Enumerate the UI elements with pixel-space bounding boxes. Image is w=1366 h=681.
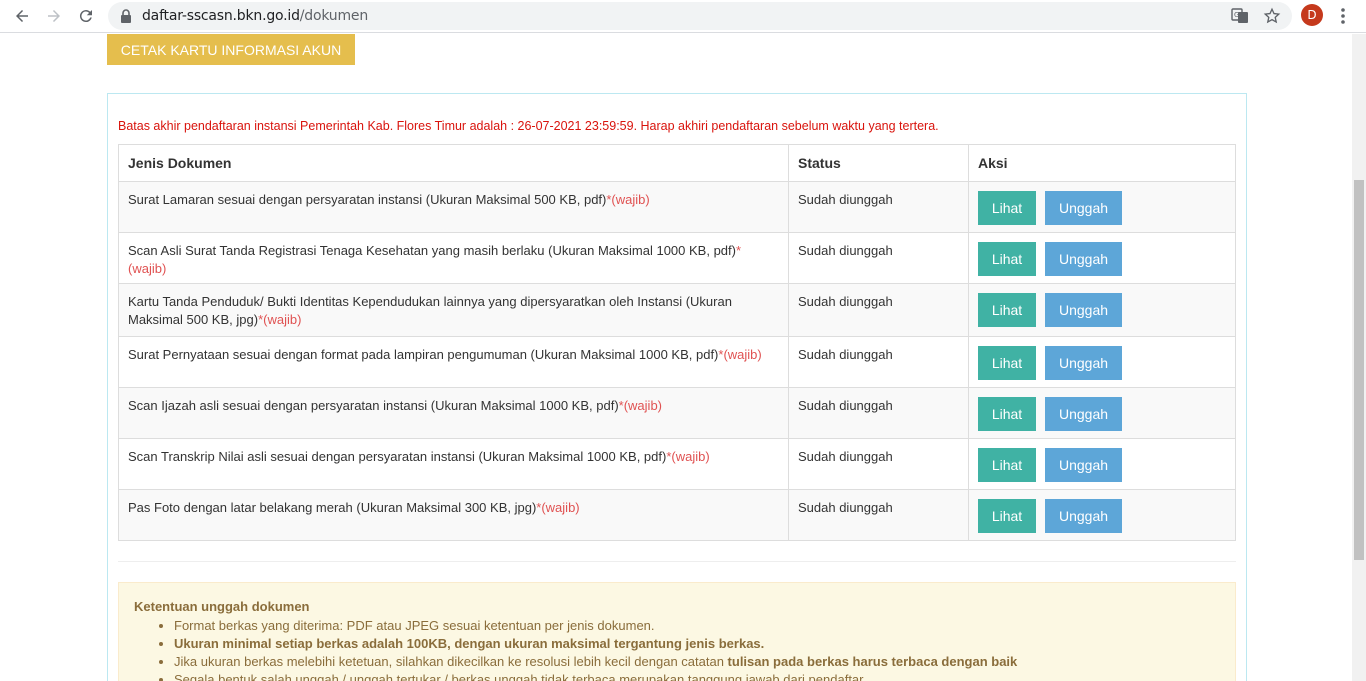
- list-item: Format berkas yang diterima: PDF atau JP…: [174, 617, 1017, 635]
- document-name: Surat Pernyataan sesuai dengan format pa…: [128, 347, 719, 362]
- view-button[interactable]: Lihat: [978, 448, 1036, 482]
- upload-button[interactable]: Unggah: [1045, 499, 1122, 533]
- rules-list: Format berkas yang diterima: PDF atau JP…: [174, 617, 1017, 681]
- status-cell: Sudah diunggah: [788, 438, 969, 490]
- lock-icon: [121, 9, 131, 23]
- avatar[interactable]: D: [1301, 4, 1323, 26]
- status-cell: Sudah diunggah: [788, 232, 969, 284]
- document-name-cell: Scan Asli Surat Tanda Registrasi Tenaga …: [118, 232, 789, 284]
- list-item: Jika ukuran berkas melebihi ketetuan, si…: [174, 653, 1017, 671]
- document-name: Scan Transkrip Nilai asli sesuai dengan …: [128, 449, 667, 464]
- status-cell: Sudah diunggah: [788, 336, 969, 388]
- upload-button[interactable]: Unggah: [1045, 397, 1122, 431]
- star-icon[interactable]: [1263, 7, 1281, 25]
- action-cell: Lihat Unggah: [968, 489, 1236, 541]
- address-bar[interactable]: daftar-sscasn.bkn.go.id/dokumen G: [108, 2, 1292, 30]
- required-marker: *(wajib): [606, 192, 650, 207]
- table-row: Kartu Tanda Penduduk/ Bukti Identitas Ke…: [118, 283, 1236, 337]
- upload-button[interactable]: Unggah: [1045, 448, 1122, 482]
- list-item: Segala bentuk salah unggah / unggah tert…: [174, 671, 1017, 681]
- notice-title: Ketentuan unggah dokumen: [134, 599, 310, 614]
- table-row: Scan Asli Surat Tanda Registrasi Tenaga …: [118, 232, 1236, 284]
- url-text[interactable]: daftar-sscasn.bkn.go.id/dokumen: [142, 8, 368, 24]
- table-row: Surat Lamaran sesuai dengan persyaratan …: [118, 181, 1236, 233]
- action-cell: Lihat Unggah: [968, 387, 1236, 439]
- view-button[interactable]: Lihat: [978, 242, 1036, 276]
- required-marker: *(wajib): [258, 312, 302, 327]
- view-button[interactable]: Lihat: [978, 293, 1036, 327]
- header-action: Aksi: [968, 144, 1236, 182]
- document-name-cell: Scan Transkrip Nilai asli sesuai dengan …: [118, 438, 789, 490]
- reload-icon[interactable]: [74, 4, 98, 28]
- more-menu-icon[interactable]: [1335, 6, 1351, 26]
- required-marker: *(wajib): [536, 500, 580, 515]
- svg-text:G: G: [1234, 11, 1239, 19]
- table-header-row: Jenis Dokumen Status Aksi: [118, 144, 1236, 182]
- action-cell: Lihat Unggah: [968, 181, 1236, 233]
- document-name: Scan Ijazah asli sesuai dengan persyarat…: [128, 398, 619, 413]
- upload-button[interactable]: Unggah: [1045, 242, 1122, 276]
- document-name: Scan Asli Surat Tanda Registrasi Tenaga …: [128, 243, 736, 258]
- document-name: Surat Lamaran sesuai dengan persyaratan …: [128, 192, 607, 207]
- page-scrollbar[interactable]: [1352, 34, 1366, 681]
- rule-text-bold: tulisan pada berkas harus terbaca dengan…: [727, 654, 1018, 669]
- list-item: Ukuran minimal setiap berkas adalah 100K…: [174, 635, 1017, 653]
- table-row: Pas Foto dengan latar belakang merah (Uk…: [118, 489, 1236, 541]
- translate-icon[interactable]: G: [1231, 7, 1249, 25]
- view-button[interactable]: Lihat: [978, 499, 1036, 533]
- view-button[interactable]: Lihat: [978, 191, 1036, 225]
- upload-button[interactable]: Unggah: [1045, 293, 1122, 327]
- document-name: Kartu Tanda Penduduk/ Bukti Identitas Ke…: [128, 294, 732, 327]
- rule-text: Ukuran minimal setiap berkas adalah 100K…: [174, 636, 765, 651]
- required-marker: *(wajib): [718, 347, 762, 362]
- document-name-cell: Scan Ijazah asli sesuai dengan persyarat…: [118, 387, 789, 439]
- table-row: Surat Pernyataan sesuai dengan format pa…: [118, 336, 1236, 388]
- header-status: Status: [788, 144, 969, 182]
- status-cell: Sudah diunggah: [788, 387, 969, 439]
- document-name: Pas Foto dengan latar belakang merah (Uk…: [128, 500, 537, 515]
- action-cell: Lihat Unggah: [968, 438, 1236, 490]
- document-name-cell: Pas Foto dengan latar belakang merah (Uk…: [118, 489, 789, 541]
- upload-rules-notice: Ketentuan unggah dokumen Format berkas y…: [118, 582, 1236, 681]
- document-name-cell: Surat Pernyataan sesuai dengan format pa…: [118, 336, 789, 388]
- action-cell: Lihat Unggah: [968, 232, 1236, 284]
- divider: [118, 561, 1236, 562]
- action-cell: Lihat Unggah: [968, 336, 1236, 388]
- print-account-card-button[interactable]: CETAK KARTU INFORMASI AKUN: [107, 34, 355, 65]
- rule-text: Jika ukuran berkas melebihi ketetuan, si…: [174, 654, 728, 669]
- upload-button[interactable]: Unggah: [1045, 191, 1122, 225]
- required-marker: *(wajib): [618, 398, 662, 413]
- status-cell: Sudah diunggah: [788, 181, 969, 233]
- scrollbar-thumb[interactable]: [1354, 180, 1364, 560]
- action-cell: Lihat Unggah: [968, 283, 1236, 337]
- upload-button[interactable]: Unggah: [1045, 346, 1122, 380]
- deadline-notice: Batas akhir pendaftaran instansi Pemerin…: [118, 119, 939, 133]
- view-button[interactable]: Lihat: [978, 346, 1036, 380]
- status-cell: Sudah diunggah: [788, 489, 969, 541]
- document-name-cell: Kartu Tanda Penduduk/ Bukti Identitas Ke…: [118, 283, 789, 337]
- document-name-cell: Surat Lamaran sesuai dengan persyaratan …: [118, 181, 789, 233]
- table-row: Scan Ijazah asli sesuai dengan persyarat…: [118, 387, 1236, 439]
- required-marker: *(wajib): [666, 449, 710, 464]
- back-icon[interactable]: [10, 4, 34, 28]
- browser-toolbar: daftar-sscasn.bkn.go.id/dokumen G D: [0, 0, 1366, 33]
- documents-table: Jenis Dokumen Status Aksi Surat Lamaran …: [118, 144, 1236, 541]
- header-document-type: Jenis Dokumen: [118, 144, 789, 182]
- table-row: Scan Transkrip Nilai asli sesuai dengan …: [118, 438, 1236, 490]
- view-button[interactable]: Lihat: [978, 397, 1036, 431]
- forward-icon[interactable]: [42, 4, 66, 28]
- status-cell: Sudah diunggah: [788, 283, 969, 337]
